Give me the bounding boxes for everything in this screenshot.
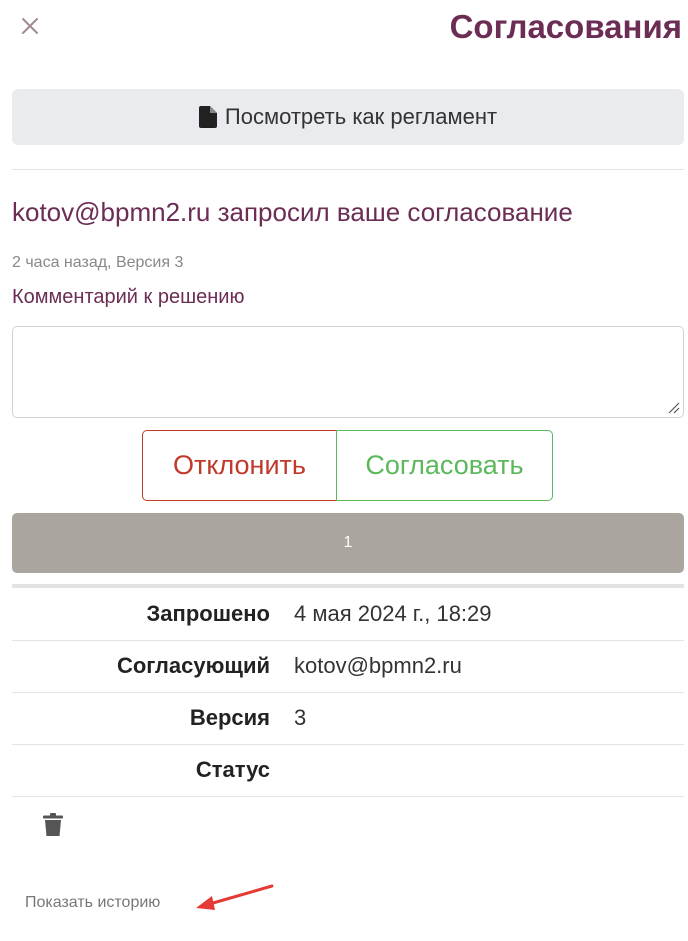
view-as-regulation-label: Посмотреть как регламент xyxy=(224,104,498,129)
row-label: Статус xyxy=(12,744,282,797)
table-row: Статус xyxy=(12,744,684,797)
row-label: Запрошено xyxy=(12,588,282,641)
file-icon xyxy=(198,106,217,128)
request-heading: kotov@bpmn2.ru запросил ваше согласовани… xyxy=(12,197,573,227)
table-row: Запрошено 4 мая 2024 г., 18:29 xyxy=(12,588,684,641)
row-label: Версия xyxy=(12,692,282,745)
table-row: Версия 3 xyxy=(12,692,684,745)
decision-button-group: Отклонить Согласовать xyxy=(142,430,553,501)
view-as-regulation-button[interactable]: Посмотреть как регламент xyxy=(12,89,684,145)
table-row: Согласующий kotov@bpmn2.ru xyxy=(12,640,684,693)
row-value xyxy=(282,744,684,797)
close-icon[interactable] xyxy=(18,14,42,38)
reject-button[interactable]: Отклонить xyxy=(142,430,337,501)
comment-label: Комментарий к решению xyxy=(12,286,245,308)
resize-grip-icon[interactable] xyxy=(667,401,680,414)
comment-textarea[interactable] xyxy=(12,326,684,418)
row-value: kotov@bpmn2.ru xyxy=(282,640,684,693)
details-table: Запрошено 4 мая 2024 г., 18:29 Согласующ… xyxy=(12,588,684,797)
row-value: 4 мая 2024 г., 18:29 xyxy=(282,588,684,641)
approve-button[interactable]: Согласовать xyxy=(336,430,553,501)
progress-bar: 1 xyxy=(12,513,684,573)
page-title: Согласования xyxy=(449,8,682,45)
request-meta: 2 часа назад, Версия 3 xyxy=(12,254,184,271)
row-value: 3 xyxy=(282,692,684,745)
progress-label: 1 xyxy=(343,534,353,551)
arrow-annotation-icon xyxy=(196,884,274,910)
divider xyxy=(12,169,684,170)
show-history-link[interactable]: Показать историю xyxy=(25,894,160,912)
row-label: Согласующий xyxy=(12,640,282,693)
trash-icon[interactable] xyxy=(43,813,63,836)
